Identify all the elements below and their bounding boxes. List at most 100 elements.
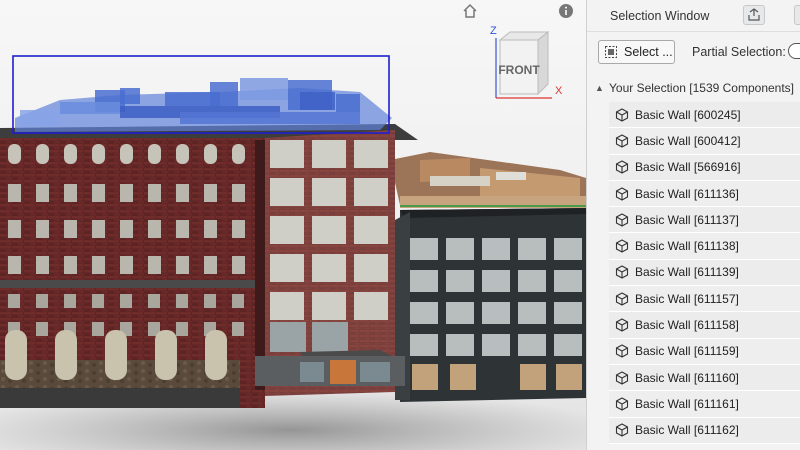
list-item[interactable]: Basic Wall [611158] — [609, 312, 800, 339]
list-item-label: Basic Wall [611137] — [635, 212, 739, 227]
window — [354, 292, 388, 320]
window — [446, 238, 474, 260]
window — [482, 334, 510, 356]
window — [482, 238, 510, 260]
window — [312, 322, 348, 352]
window — [354, 216, 388, 244]
list-item[interactable]: Basic Wall [611157] — [609, 286, 800, 313]
cube-icon — [615, 370, 629, 385]
window — [204, 256, 217, 274]
window — [518, 238, 546, 260]
list-item[interactable]: Basic Wall [611136] — [609, 180, 800, 208]
window — [482, 302, 510, 324]
window — [450, 364, 476, 390]
expand-caret-icon[interactable]: ▲ — [595, 83, 607, 93]
list-item-label: Basic Wall [611139] — [635, 265, 739, 280]
window — [176, 184, 189, 202]
list-item[interactable]: Basic Wall [600245] — [609, 102, 800, 129]
3d-viewport[interactable]: FRONT Z X — [0, 0, 586, 450]
window — [92, 184, 105, 202]
window — [232, 220, 245, 238]
list-item-label: Basic Wall [611160] — [635, 370, 739, 385]
window — [120, 144, 133, 164]
list-item[interactable]: Basic Wall [611160] — [609, 364, 800, 392]
partial-selection-toggle[interactable] — [788, 43, 800, 59]
panel-menu-button[interactable] — [794, 5, 800, 25]
window — [176, 144, 189, 164]
selection-window-panel: Selection Window Select ... Partial Sele… — [586, 0, 800, 450]
window — [270, 322, 306, 352]
window — [518, 334, 546, 356]
home-icon[interactable] — [461, 2, 479, 20]
cube-icon — [615, 213, 629, 227]
info-icon[interactable] — [557, 2, 575, 20]
window — [176, 294, 188, 308]
window — [270, 216, 304, 244]
window — [312, 178, 346, 206]
window — [270, 178, 304, 206]
window — [205, 330, 227, 380]
window — [36, 322, 48, 336]
selection-count-label: Your Selection [1539 Components] — [609, 81, 795, 95]
component-list: Basic Wall [600245] Basic Wall [600412] Ba… — [609, 102, 800, 444]
window — [55, 330, 77, 380]
window — [8, 184, 21, 202]
window — [518, 302, 546, 324]
cube-icon — [615, 160, 629, 174]
panel-title: Selection Window — [610, 8, 710, 23]
list-item[interactable]: Basic Wall [611139] — [609, 259, 800, 287]
list-item-label: Basic Wall [611162] — [635, 423, 739, 438]
window — [176, 220, 189, 238]
window — [120, 256, 133, 274]
list-item[interactable]: Basic Wall [611159] — [609, 338, 800, 365]
window — [232, 294, 244, 308]
window — [92, 294, 104, 308]
window — [120, 294, 132, 308]
window — [232, 322, 244, 336]
window — [520, 364, 546, 390]
window — [204, 144, 217, 164]
window — [554, 302, 582, 324]
list-item-label: Basic Wall [611159] — [635, 344, 739, 359]
window — [92, 220, 105, 238]
list-item[interactable]: Basic Wall [611161] — [609, 391, 800, 418]
list-item[interactable]: Basic Wall [611162] — [609, 417, 800, 444]
rooftop-structures — [390, 152, 586, 208]
window — [270, 254, 304, 282]
window — [270, 292, 304, 320]
window — [482, 270, 510, 292]
cube-icon — [615, 186, 629, 201]
window — [354, 254, 388, 282]
window — [410, 334, 438, 356]
viewcube[interactable]: FRONT Z X — [488, 22, 568, 102]
selection-tree-root[interactable]: ▲ Your Selection [1539 Components] — [587, 77, 800, 99]
window — [410, 238, 438, 260]
window — [36, 294, 48, 308]
window — [120, 184, 133, 202]
window — [176, 256, 189, 274]
axis-x-label: X — [555, 85, 563, 97]
partial-selection-label: Partial Selection: — [692, 45, 786, 59]
detach-button[interactable] — [743, 5, 765, 25]
list-item-label: Basic Wall [611138] — [635, 239, 739, 254]
window — [556, 364, 582, 390]
list-item[interactable]: Basic Wall [600412] — [609, 128, 800, 155]
select-button[interactable]: Select ... — [598, 40, 675, 64]
list-item[interactable]: Basic Wall [566916] — [609, 154, 800, 181]
window — [232, 256, 245, 274]
viewcube-face-label[interactable]: FRONT — [498, 63, 540, 77]
window — [36, 144, 49, 164]
list-item-label: Basic Wall [600245] — [635, 107, 741, 122]
window — [312, 140, 346, 168]
window — [554, 334, 582, 356]
list-item[interactable]: Basic Wall [611137] — [609, 207, 800, 234]
window — [92, 322, 104, 336]
panel-header: Selection Window — [587, 0, 800, 32]
window — [64, 294, 76, 308]
window — [354, 140, 388, 168]
window — [105, 330, 127, 380]
list-item[interactable]: Basic Wall [611138] — [609, 233, 800, 260]
window — [64, 220, 77, 238]
window — [554, 238, 582, 260]
window — [410, 302, 438, 324]
